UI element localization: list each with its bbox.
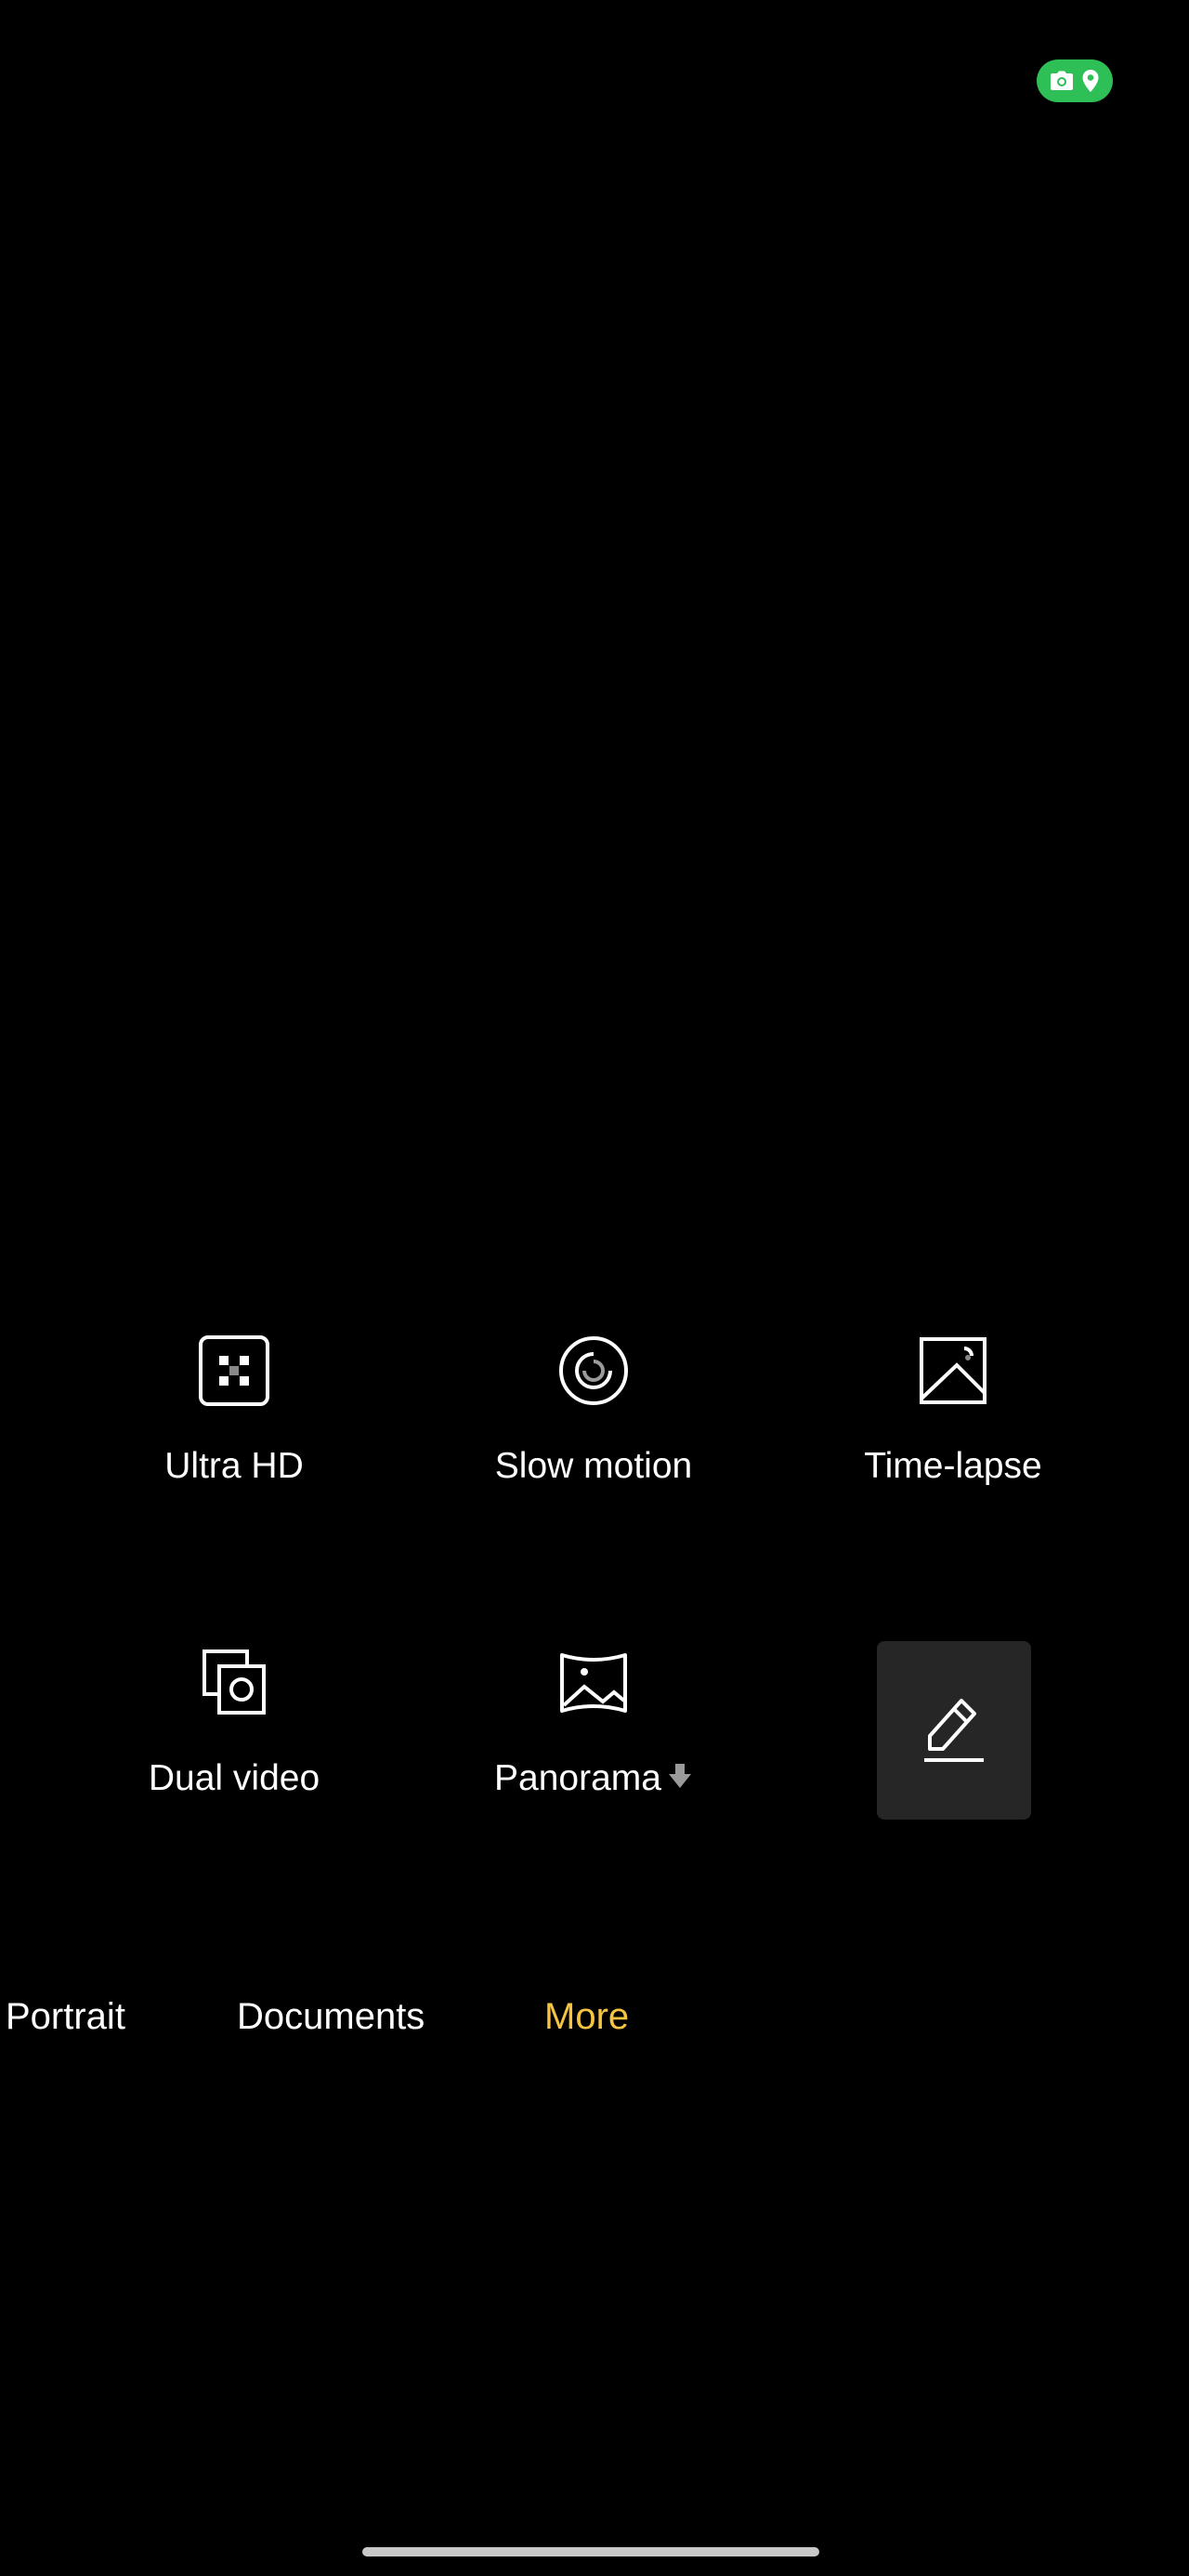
mode-label: Ultra HD: [164, 1446, 304, 1486]
mode-time-lapse[interactable]: Time-lapse: [777, 1282, 1130, 1524]
ultra-hd-icon: [192, 1329, 276, 1413]
dual-video-icon: [192, 1641, 276, 1725]
download-icon: [667, 1758, 693, 1799]
mode-label: Panorama: [494, 1758, 693, 1799]
mode-slow-motion[interactable]: Slow motion: [417, 1282, 770, 1524]
location-icon: [1081, 69, 1100, 93]
mode-strip[interactable]: Portrait Documents More: [0, 1979, 1189, 2054]
mode-strip-documents[interactable]: Documents: [237, 1979, 425, 2054]
edit-pencil-icon: [921, 1691, 987, 1770]
slow-motion-icon: [552, 1329, 635, 1413]
more-modes-panel: Ultra HD Slow motion Time-lapse Dual vid…: [0, 1282, 1189, 1914]
camera-icon: [1050, 71, 1074, 91]
mode-label: Time-lapse: [864, 1446, 1042, 1486]
mode-strip-more[interactable]: More: [544, 1979, 629, 2054]
privacy-indicator: [1037, 59, 1113, 102]
mode-ultra-hd[interactable]: Ultra HD: [58, 1282, 411, 1524]
mode-panorama[interactable]: Panorama: [417, 1595, 770, 1836]
camera-viewfinder[interactable]: [0, 0, 1189, 1282]
mode-label: Dual video: [148, 1758, 320, 1798]
mode-strip-portrait[interactable]: Portrait: [6, 1979, 125, 2054]
edit-modes-button[interactable]: [877, 1641, 1031, 1820]
home-indicator[interactable]: [362, 2547, 819, 2556]
panorama-label: Panorama: [494, 1758, 661, 1798]
mode-dual-video[interactable]: Dual video: [58, 1595, 411, 1836]
time-lapse-icon: [911, 1329, 995, 1413]
panorama-icon: [552, 1641, 635, 1725]
mode-label: Slow motion: [494, 1446, 693, 1486]
